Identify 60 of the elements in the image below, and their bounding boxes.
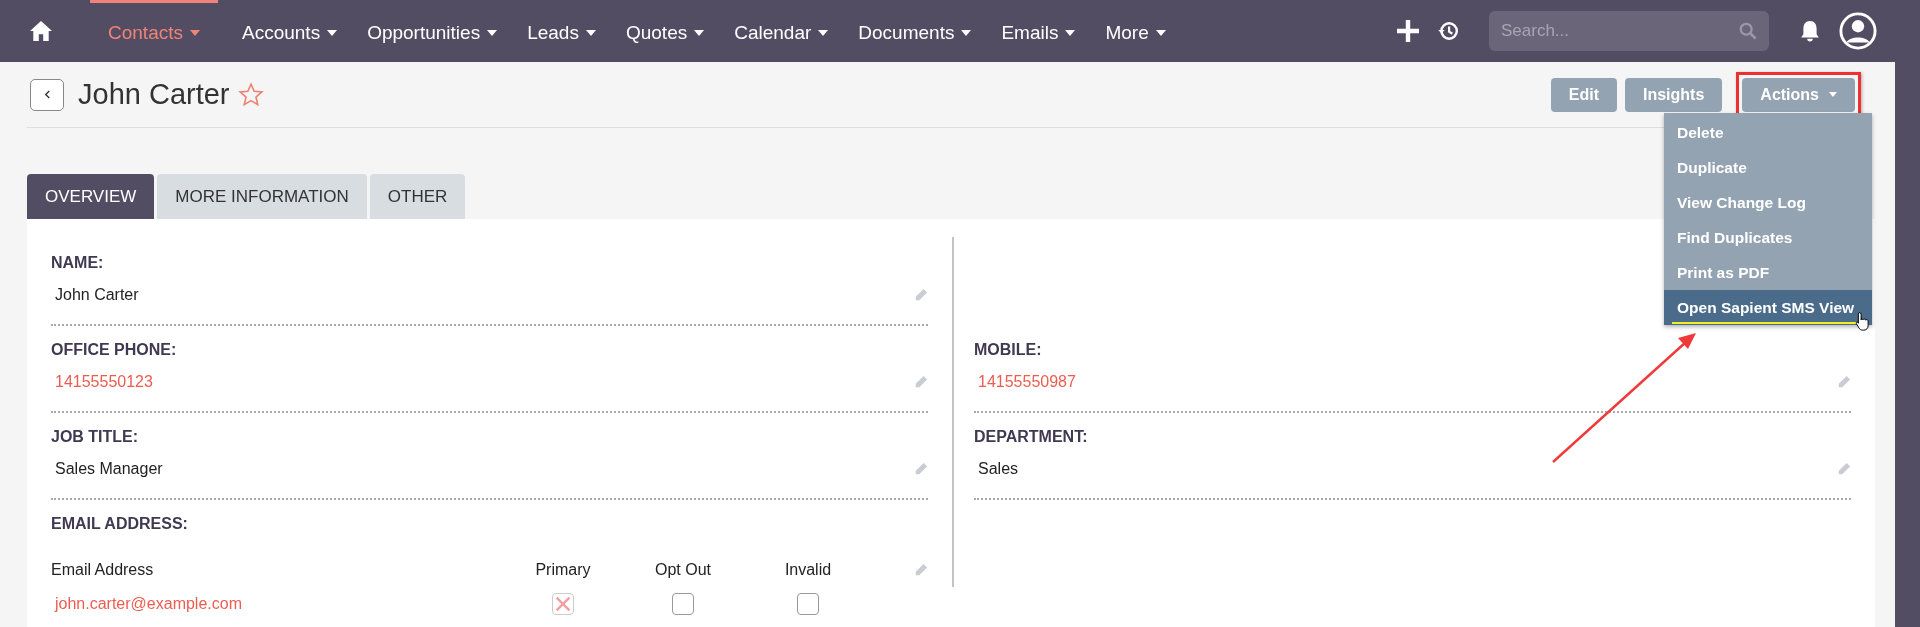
nav-menu-item[interactable]: Calendar xyxy=(728,0,835,62)
tab[interactable]: MORE INFORMATION xyxy=(157,174,367,219)
caret-down-icon xyxy=(190,29,200,36)
nav-menu-item[interactable]: More xyxy=(1099,0,1172,62)
menu-item[interactable]: Open Sapient SMS View xyxy=(1664,290,1872,325)
caret-down-icon xyxy=(961,29,972,36)
primary-checkbox[interactable] xyxy=(552,593,574,615)
column-header: Email Address xyxy=(51,561,155,579)
field-label: DEPARTMENT: xyxy=(974,428,1089,446)
plus-icon[interactable] xyxy=(1397,20,1419,42)
field-label: NAME: xyxy=(51,254,105,272)
pencil-icon[interactable] xyxy=(1837,375,1851,389)
field-label: OFFICE PHONE: xyxy=(51,341,178,359)
phone-link[interactable]: 14155550123 xyxy=(51,373,153,391)
column-header: Primary xyxy=(534,561,592,579)
caret-down-icon xyxy=(1155,29,1166,36)
nav-menu-item[interactable]: Documents xyxy=(852,0,978,62)
pencil-icon[interactable] xyxy=(914,288,928,302)
caret-down-icon xyxy=(585,29,596,36)
hand-cursor-icon xyxy=(1855,311,1871,331)
phone-link[interactable]: 14155550987 xyxy=(974,373,1076,391)
invalid-checkbox[interactable] xyxy=(797,593,819,615)
field-value: Sales xyxy=(977,460,1019,478)
record-title: John Carter xyxy=(78,78,230,111)
chevron-left-icon xyxy=(43,90,51,99)
field-label: JOB TITLE: xyxy=(51,428,140,446)
tab[interactable]: OVERVIEW xyxy=(27,174,155,219)
pencil-icon[interactable] xyxy=(914,375,928,389)
back-button[interactable] xyxy=(30,78,64,111)
column-header: Invalid xyxy=(783,561,833,579)
pencil-icon[interactable] xyxy=(1837,462,1851,476)
field-value: John Carter xyxy=(54,286,139,304)
home-icon[interactable] xyxy=(30,21,52,41)
search-icon xyxy=(1739,22,1757,40)
bell-icon[interactable] xyxy=(1799,20,1821,42)
star-icon[interactable] xyxy=(237,81,264,108)
user-avatar-icon[interactable] xyxy=(1839,12,1877,50)
nav-menu-item[interactable]: Leads xyxy=(521,0,602,62)
caret-down-icon xyxy=(818,29,829,36)
email-link[interactable]: john.carter@example.com xyxy=(51,595,508,613)
column-header: Opt Out xyxy=(654,561,712,579)
nav-menu-item[interactable]: Accounts xyxy=(236,0,344,62)
search-field[interactable]: Search... xyxy=(1489,11,1769,51)
opt-out-checkbox[interactable] xyxy=(672,593,694,615)
caret-down-icon xyxy=(1065,29,1076,36)
field-value: Sales Manager xyxy=(54,460,163,478)
nav-menu-item[interactable]: Contacts xyxy=(90,0,218,62)
tab[interactable]: OTHER xyxy=(369,174,466,219)
history-icon[interactable] xyxy=(1437,20,1459,42)
nav-menu-item[interactable]: Quotes xyxy=(619,0,711,62)
nav-menu-item[interactable]: Opportunities xyxy=(361,0,504,62)
caret-down-icon xyxy=(487,29,498,36)
field-label: MOBILE: xyxy=(974,341,1043,359)
caret-down-icon xyxy=(1829,92,1837,97)
pencil-icon[interactable] xyxy=(914,563,928,577)
caret-down-icon xyxy=(327,29,338,36)
nav-menu-item[interactable]: Emails xyxy=(995,0,1082,62)
caret-down-icon xyxy=(694,29,705,36)
pencil-icon[interactable] xyxy=(914,462,928,476)
field-label: EMAIL ADDRESS: xyxy=(51,515,189,533)
